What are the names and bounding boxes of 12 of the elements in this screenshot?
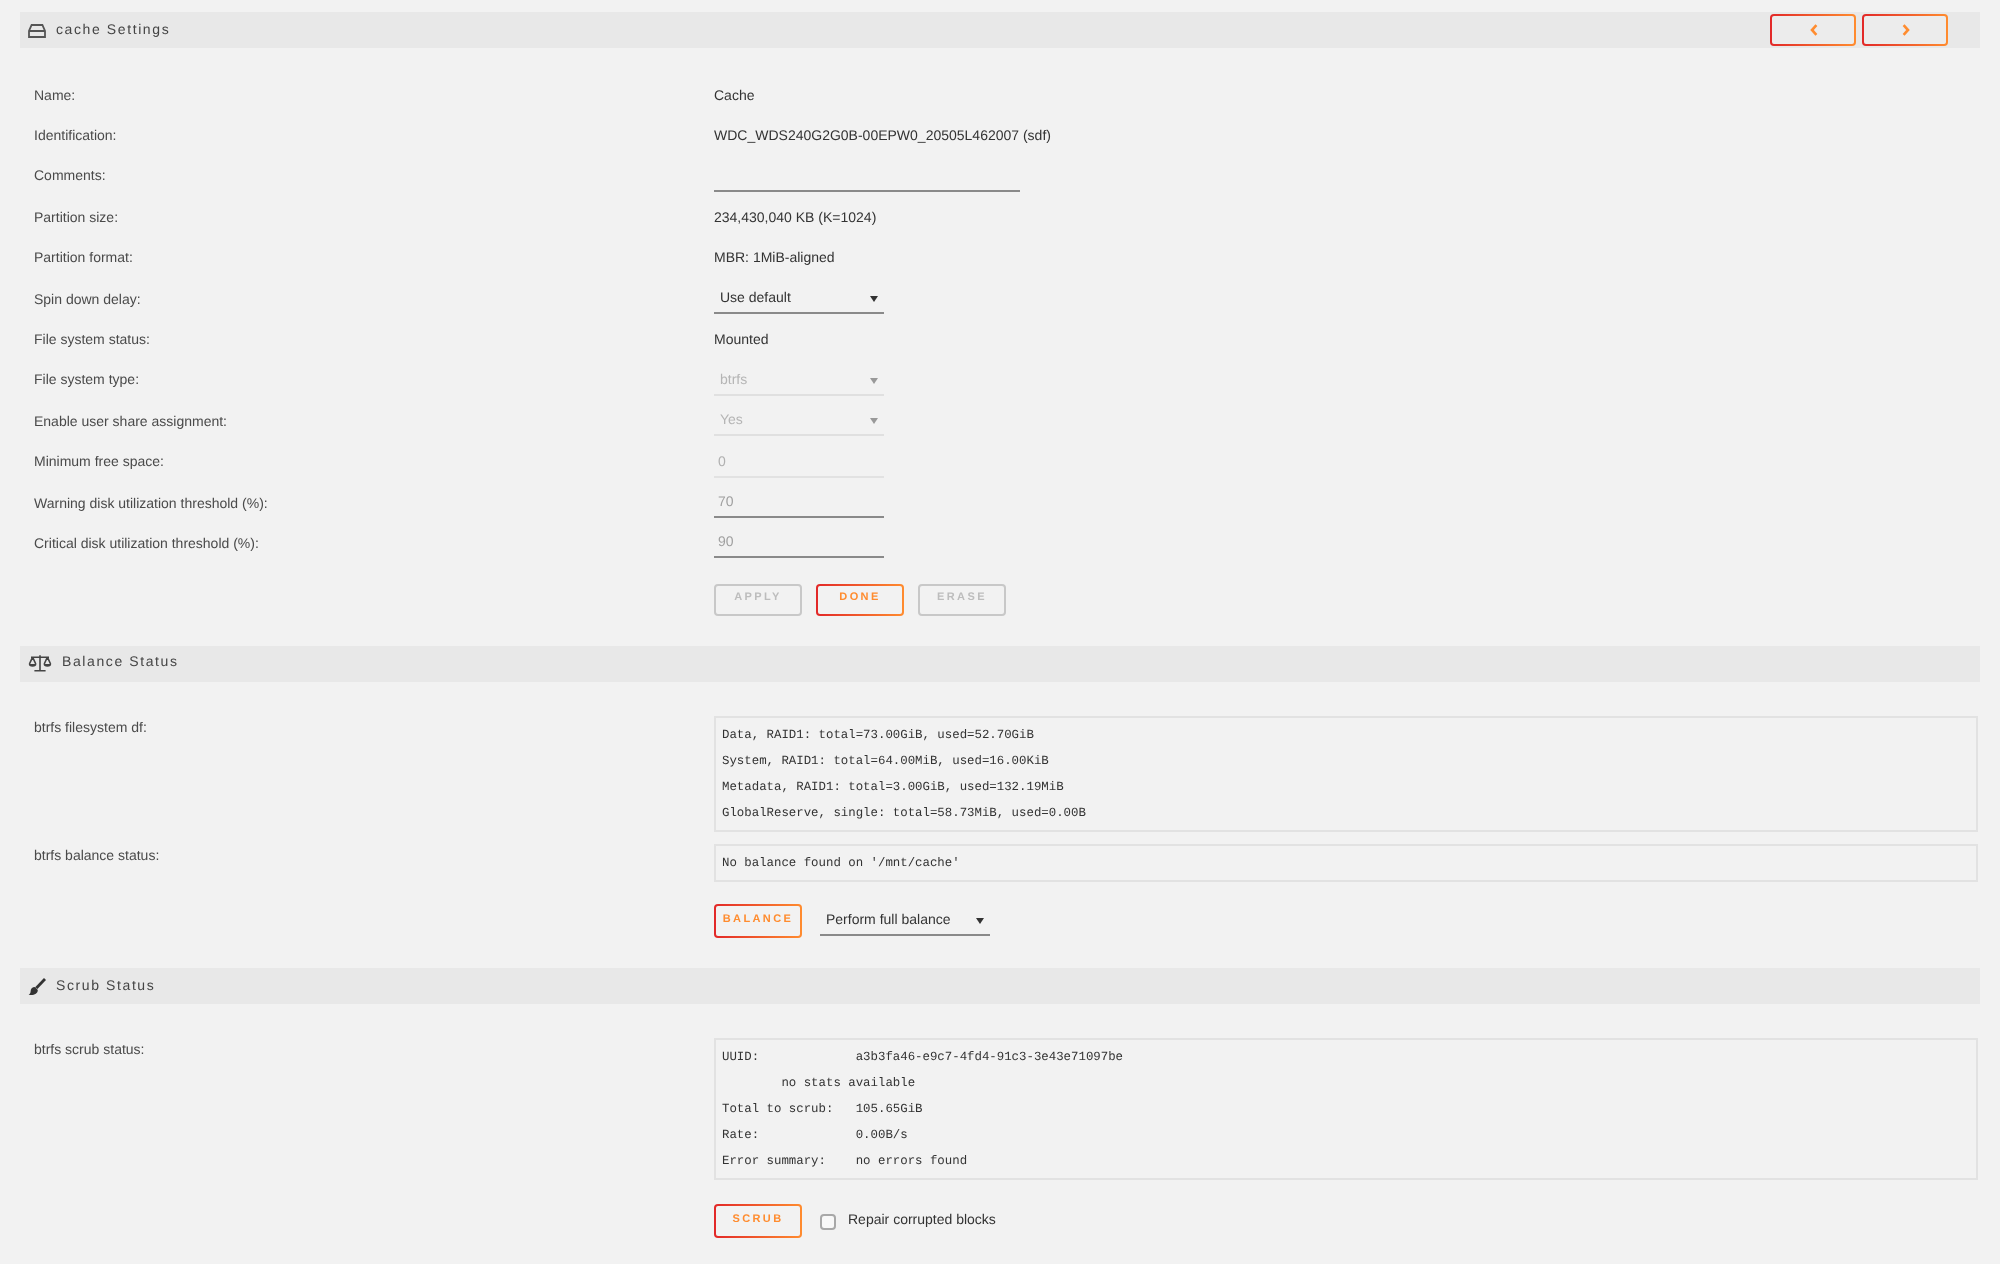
drive-icon	[28, 23, 46, 37]
brush-icon	[28, 977, 46, 996]
next-button[interactable]	[1862, 14, 1948, 46]
caret-icon	[870, 296, 878, 303]
previous-button[interactable]	[1770, 14, 1856, 46]
chevron-left-icon	[1809, 24, 1817, 36]
chevron-right-icon	[1901, 24, 1909, 36]
caret-icon	[870, 418, 878, 425]
checkbox[interactable]	[820, 1213, 836, 1230]
caret-icon	[976, 917, 984, 924]
caret-icon	[870, 377, 878, 384]
scale-icon	[28, 654, 52, 673]
